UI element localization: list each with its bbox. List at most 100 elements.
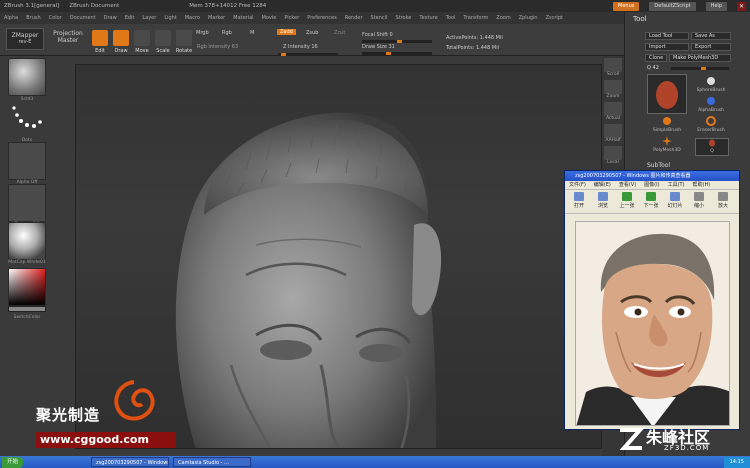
- q-tool-thumb[interactable]: Q: [695, 138, 729, 156]
- sphere-brush-label: SphereBrush: [696, 88, 726, 93]
- viewer-menu-help[interactable]: 帮助(H): [693, 181, 711, 189]
- menu-item[interactable]: Tool: [446, 15, 456, 21]
- export-button[interactable]: Export: [691, 43, 731, 51]
- menu-item[interactable]: Movie: [262, 15, 277, 21]
- eraser-brush-thumb[interactable]: EraserBrush: [691, 116, 731, 133]
- draw-size-slider[interactable]: Draw Size 31: [362, 44, 395, 50]
- windows-taskbar: 开始 zsg200703290507 - Windows... Camtasia…: [0, 456, 750, 468]
- viewer-menu-tools[interactable]: 工具(T): [668, 181, 685, 189]
- help-button[interactable]: Help: [705, 1, 727, 11]
- menu-item[interactable]: Zoom: [496, 15, 510, 21]
- zcut-toggle[interactable]: Zcut: [334, 30, 345, 36]
- zoom-button[interactable]: [604, 80, 622, 94]
- menu-item[interactable]: Zscript: [546, 15, 563, 21]
- zoom-out-button[interactable]: 缩小: [689, 192, 709, 211]
- alpha-thumbnail[interactable]: [8, 142, 46, 180]
- q-slider[interactable]: [671, 67, 729, 70]
- local-button[interactable]: [604, 146, 622, 160]
- next-button[interactable]: 下一张: [641, 192, 661, 211]
- menu-item[interactable]: Color: [49, 15, 62, 21]
- sphere-brush-thumb[interactable]: SphereBrush: [691, 76, 731, 93]
- subtool-header[interactable]: SubTool: [647, 162, 670, 169]
- move-button[interactable]: Move: [134, 30, 150, 54]
- texture-thumbnail[interactable]: [8, 184, 46, 222]
- menu-item[interactable]: Preferences: [307, 15, 336, 21]
- zoom-in-button[interactable]: 放大: [713, 192, 733, 211]
- menu-item[interactable]: Picker: [284, 15, 299, 21]
- menu-item[interactable]: Layer: [142, 15, 156, 21]
- polymesh3d-label: PolyMesh3D: [653, 148, 681, 153]
- menu-item[interactable]: Render: [345, 15, 363, 21]
- close-icon[interactable]: ✕: [737, 1, 746, 11]
- actual-button[interactable]: [604, 102, 622, 116]
- alpha-brush-thumb[interactable]: AlphaBrush: [691, 96, 731, 113]
- load-tool-button[interactable]: Load Tool: [645, 32, 689, 40]
- menu-item[interactable]: Brush: [26, 15, 40, 21]
- draw-button[interactable]: Draw: [113, 30, 129, 54]
- taskbar-item-camtasia[interactable]: Camtasia Studio - ...: [173, 457, 252, 467]
- polymesh3d-thumb[interactable]: PolyMesh3D: [647, 136, 687, 153]
- focal-shift-slider[interactable]: Focal Shift 0: [362, 32, 393, 38]
- simple-brush-thumb[interactable]: SimpleBrush: [647, 116, 687, 133]
- current-tool-thumbnail[interactable]: [647, 74, 687, 114]
- aahalf-button[interactable]: [604, 124, 622, 138]
- secondary-color-swatch[interactable]: [8, 306, 46, 312]
- viewer-menu-view[interactable]: 查看(V): [619, 181, 636, 189]
- focal-shift-track[interactable]: [362, 40, 432, 43]
- viewer-titlebar[interactable]: zsg200703290507 - Windows 图片和传真查看器: [565, 171, 739, 181]
- scroll-button[interactable]: [604, 58, 622, 72]
- zsub-toggle[interactable]: Zsub: [306, 30, 318, 36]
- stroke-thumbnail[interactable]: [8, 100, 46, 138]
- menu-item[interactable]: Alpha: [4, 15, 18, 21]
- menus-button[interactable]: Menus: [613, 1, 640, 11]
- material-thumbnail[interactable]: [8, 222, 46, 260]
- save-as-button[interactable]: Save As: [691, 32, 731, 40]
- open-button[interactable]: 打开: [569, 192, 589, 211]
- scale-button[interactable]: Scale: [155, 30, 171, 54]
- browse-button[interactable]: 浏览: [593, 192, 613, 211]
- menu-item[interactable]: Macro: [185, 15, 200, 21]
- clone-button[interactable]: Clone: [645, 54, 667, 62]
- menu-item[interactable]: Draw: [104, 15, 117, 21]
- import-button[interactable]: Import: [645, 43, 689, 51]
- rotate-button[interactable]: Rotate: [176, 30, 192, 54]
- rotate-label: Rotate: [175, 48, 193, 54]
- zadd-toggle[interactable]: Zadd: [277, 29, 296, 35]
- make-polymesh-button[interactable]: Make PolyMesh3D: [669, 54, 731, 62]
- menu-item[interactable]: Material: [233, 15, 253, 21]
- viewer-menu-edit[interactable]: 编辑(E): [594, 181, 611, 189]
- rgb-intensity-slider[interactable]: Rgb Intensity 63: [197, 44, 238, 50]
- viewer-menu-image[interactable]: 图像(I): [644, 181, 659, 189]
- rgb-toggle[interactable]: Rgb: [222, 30, 232, 36]
- active-points-readout: ActivePoints: 1.448 Mil: [446, 35, 503, 41]
- start-button[interactable]: 开始: [2, 456, 24, 468]
- z-intensity-slider[interactable]: Z Intensity 16: [283, 44, 318, 50]
- default-zscript-button[interactable]: DefaultZScript: [649, 1, 696, 11]
- taskbar-item-image-viewer[interactable]: zsg200703290507 - Windows...: [91, 457, 170, 467]
- slideshow-button[interactable]: 幻灯片: [665, 192, 685, 211]
- z-intensity-track[interactable]: [278, 53, 338, 56]
- simple-brush-label: SimpleBrush: [652, 128, 682, 133]
- m-toggle[interactable]: M: [250, 30, 254, 36]
- menu-item[interactable]: Marker: [208, 15, 225, 21]
- menu-item[interactable]: Stroke: [395, 15, 411, 21]
- menu-item[interactable]: Transform: [463, 15, 488, 21]
- viewer-menu-file[interactable]: 文件(F): [569, 181, 586, 189]
- switch-color-label[interactable]: SwitchColor: [8, 315, 46, 320]
- local-label: Local: [607, 160, 619, 165]
- menu-item[interactable]: Edit: [125, 15, 135, 21]
- previous-button[interactable]: 上一张: [617, 192, 637, 211]
- menu-item[interactable]: Stencil: [371, 15, 388, 21]
- menu-item[interactable]: Texture: [419, 15, 437, 21]
- menu-item[interactable]: Document: [70, 15, 96, 21]
- menu-item[interactable]: Zplugin: [519, 15, 538, 21]
- menu-item[interactable]: Light: [164, 15, 176, 21]
- brush-thumbnail[interactable]: [8, 58, 46, 96]
- draw-size-track[interactable]: [362, 52, 432, 55]
- mrgb-toggle[interactable]: Mrgb: [196, 30, 209, 36]
- edit-button[interactable]: Edit: [92, 30, 108, 54]
- top-toolbar: ZMapper rev-E Projection Master Edit Dra…: [0, 24, 630, 56]
- color-picker[interactable]: [8, 268, 46, 306]
- zmapper-button[interactable]: ZMapper rev-E: [6, 28, 44, 50]
- projection-master-button[interactable]: Projection Master: [50, 30, 86, 44]
